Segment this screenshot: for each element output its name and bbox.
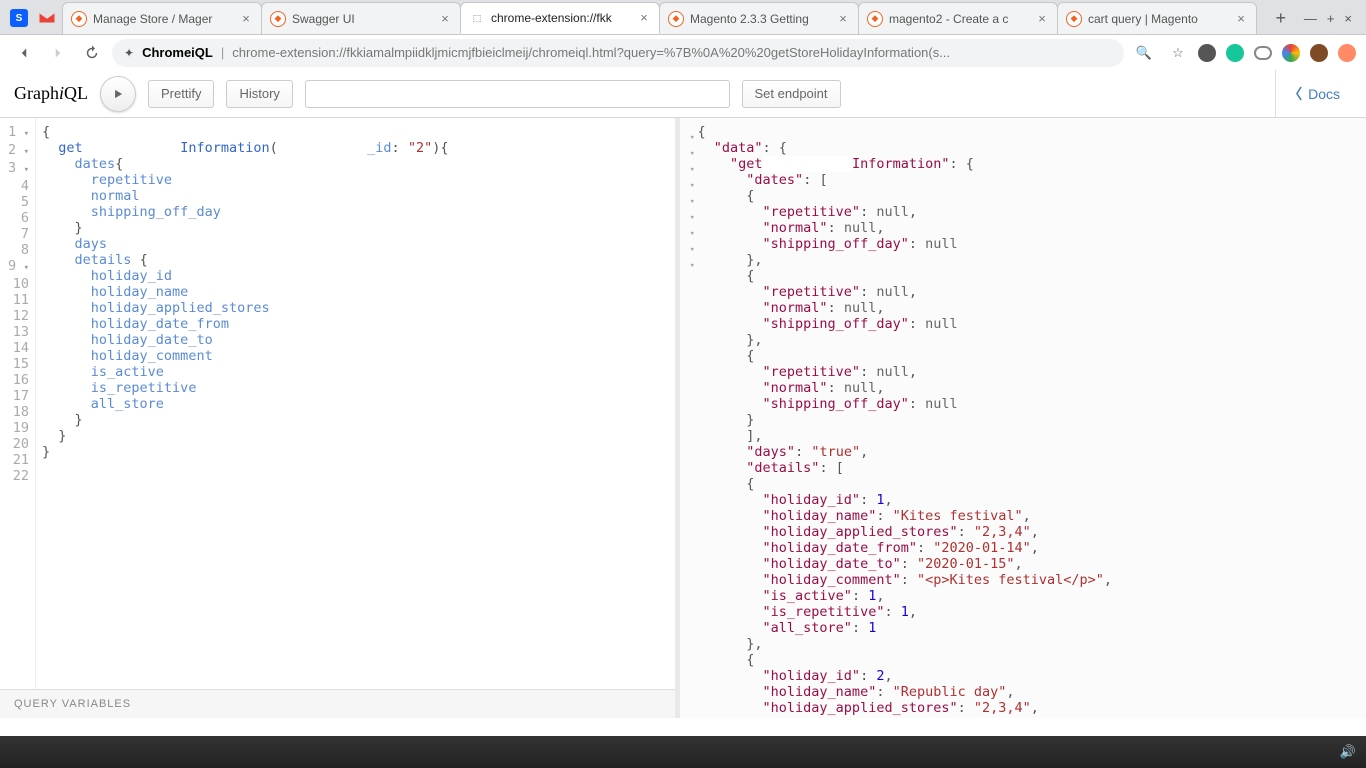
magento-favicon: ◆	[668, 11, 684, 27]
bookmark-star-icon[interactable]: ☆	[1164, 39, 1192, 67]
response-code: { "data": { "get Information": { "dates"…	[698, 124, 1113, 712]
query-editor[interactable]: 1 ▾2 ▾3 ▾456789 ▾10111213141516171819202…	[0, 118, 675, 689]
os-taskbar: 🔊	[0, 736, 1366, 768]
docs-toggle[interactable]: 〈 Docs	[1275, 70, 1352, 118]
address-url: chrome-extension://fkkiamalmpiidkljmicmj…	[232, 45, 950, 60]
graphiql-logo: GraphiQL	[14, 83, 88, 104]
magento-favicon: ◆	[867, 11, 883, 27]
close-icon[interactable]: ×	[1234, 12, 1248, 26]
window-controls: — + ×	[1294, 11, 1362, 26]
app-icon-gmail[interactable]	[38, 9, 56, 27]
graphiql-app: GraphiQL Prettify History Set endpoint 〈…	[0, 70, 1366, 718]
browser-tab[interactable]: ⬚ chrome-extension://fkk ×	[460, 2, 660, 34]
ext-icon-3[interactable]	[1254, 46, 1272, 60]
browser-tab[interactable]: ◆ Swagger UI ×	[261, 2, 461, 34]
tab-title: Magento 2.3.3 Getting	[690, 12, 830, 26]
close-icon[interactable]: ×	[438, 12, 452, 26]
browser-tab[interactable]: ◆ cart query | Magento ×	[1057, 2, 1257, 34]
close-icon[interactable]: ×	[239, 12, 253, 26]
ext-icon-5[interactable]	[1310, 44, 1328, 62]
sound-icon[interactable]: 🔊	[1340, 744, 1356, 760]
history-button[interactable]: History	[226, 80, 292, 108]
extension-icons	[1198, 44, 1356, 62]
magento-favicon: ◆	[270, 11, 286, 27]
magento-favicon: ◆	[71, 11, 87, 27]
tab-title: Manage Store / Mager	[93, 12, 233, 26]
window-close-icon[interactable]: ×	[1344, 11, 1352, 26]
ext-icon-4[interactable]	[1282, 44, 1300, 62]
endpoint-input[interactable]	[305, 80, 730, 108]
zoom-icon[interactable]: 🔍	[1130, 39, 1158, 67]
address-bar[interactable]: ✦ ChromeiQL | chrome-extension://fkkiama…	[112, 39, 1124, 67]
address-bar-row: ✦ ChromeiQL | chrome-extension://fkkiama…	[0, 34, 1366, 70]
line-gutter: 1 ▾2 ▾3 ▾456789 ▾10111213141516171819202…	[0, 118, 36, 689]
query-pane: 1 ▾2 ▾3 ▾456789 ▾10111213141516171819202…	[0, 118, 680, 718]
tab-title: magento2 - Create a c	[889, 12, 1029, 26]
new-tab-button[interactable]: +	[1268, 5, 1294, 31]
response-pane[interactable]: ▾▾▾▾▾▾▾▾▾ { "data": { "get Information":…	[680, 118, 1366, 718]
extension-icon: ✦	[124, 46, 134, 60]
prettify-button[interactable]: Prettify	[148, 80, 214, 108]
query-code[interactable]: { get Information( _id: "2"){ dates{ rep…	[36, 118, 448, 689]
browser-tab[interactable]: ◆ Magento 2.3.3 Getting ×	[659, 2, 859, 34]
nav-forward-button[interactable]	[44, 39, 72, 67]
ext-icon-1[interactable]	[1198, 44, 1216, 62]
address-app-label: ChromeiQL	[142, 45, 213, 60]
tab-title: Swagger UI	[292, 12, 432, 26]
docs-label: Docs	[1308, 86, 1340, 102]
ext-icon-2[interactable]	[1226, 44, 1244, 62]
graphiql-toolbar: GraphiQL Prettify History Set endpoint 〈…	[0, 70, 1366, 118]
tab-title: cart query | Magento	[1088, 12, 1228, 26]
close-icon[interactable]: ×	[1035, 12, 1049, 26]
browser-tab[interactable]: ◆ Manage Store / Mager ×	[62, 2, 262, 34]
query-variables-header[interactable]: Query Variables	[0, 689, 675, 718]
app-icon-s5[interactable]: S	[10, 9, 28, 27]
magento-favicon: ◆	[1066, 11, 1082, 27]
close-icon[interactable]: ×	[836, 12, 850, 26]
window-maximize-icon[interactable]: +	[1327, 11, 1335, 26]
tab-title: chrome-extension://fkk	[491, 11, 631, 25]
close-icon[interactable]: ×	[637, 11, 651, 25]
browser-chrome: S ◆ Manage Store / Mager × ◆ Swagger UI × ⬚ chr…	[0, 0, 1366, 70]
tab-strip: S ◆ Manage Store / Mager × ◆ Swagger UI × ⬚ chr…	[0, 0, 1366, 34]
chromeiql-favicon: ⬚	[469, 10, 485, 26]
execute-button[interactable]	[100, 76, 136, 112]
browser-tab[interactable]: ◆ magento2 - Create a c ×	[858, 2, 1058, 34]
nav-reload-button[interactable]	[78, 39, 106, 67]
ext-icon-6[interactable]	[1338, 44, 1356, 62]
window-minimize-icon[interactable]: —	[1304, 11, 1317, 26]
nav-back-button[interactable]	[10, 39, 38, 67]
set-endpoint-button[interactable]: Set endpoint	[742, 80, 841, 108]
chevron-left-icon: 〈	[1288, 84, 1302, 104]
